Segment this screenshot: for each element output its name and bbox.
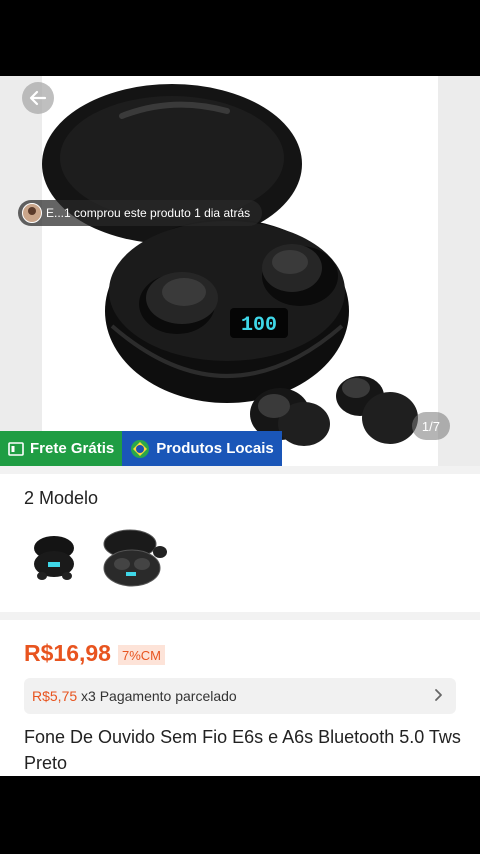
local-products-label: Produtos Locais: [156, 440, 274, 457]
section-divider: [0, 466, 480, 474]
installment-amount: R$5,75: [32, 688, 78, 704]
local-products-badge: Produtos Locais: [122, 431, 282, 466]
model-option-1[interactable]: [22, 524, 86, 592]
back-button[interactable]: [22, 82, 54, 114]
brazil-flag-icon: [130, 439, 150, 459]
model-section: 2 Modelo: [0, 474, 480, 612]
product-title: Fone De Ouvido Sem Fio E6s e A6s Bluetoo…: [24, 727, 461, 773]
chevron-right-icon: [432, 688, 444, 705]
discount-tag: 7%CM: [118, 645, 166, 665]
gallery-prev-peek: [0, 76, 42, 466]
free-shipping-label: Frete Grátis: [30, 440, 115, 457]
product-screen: 100 E...1 comprou este produto 1 dia atr…: [0, 76, 480, 776]
price-section: R$16,98 7%CM R$5,75 x3 Pagamento parcela…: [0, 622, 480, 776]
installment-text: x3 Pagamento parcelado: [81, 688, 237, 704]
installment-row[interactable]: R$5,75 x3 Pagamento parcelado: [24, 678, 456, 714]
buyer-avatar: [22, 203, 42, 223]
model-option-2[interactable]: [100, 524, 170, 592]
arrow-left-icon: [29, 90, 47, 106]
gallery-next-peek: [438, 76, 480, 466]
model-2-thumbnail: [100, 524, 170, 592]
section-divider: [0, 612, 480, 620]
model-1-thumbnail: [22, 524, 86, 592]
product-image-gallery[interactable]: 100 E...1 comprou este produto 1 dia atr…: [0, 76, 480, 466]
model-title: 2 Modelo: [24, 488, 99, 508]
ticket-icon: [8, 441, 24, 456]
recent-buyer-toast: E...1 comprou este produto 1 dia atrás: [18, 200, 263, 226]
image-counter: 1/7: [411, 412, 450, 440]
product-image[interactable]: 100: [42, 76, 438, 466]
free-shipping-badge: Frete Grátis: [0, 431, 123, 466]
recent-buyer-text: E...1 comprou este produto 1 dia atrás: [46, 206, 251, 220]
shipping-badges: Frete Grátis Produtos Locais: [0, 431, 282, 466]
earbuds-case-illustration: 100: [42, 84, 418, 446]
svg-text:100: 100: [241, 314, 277, 337]
current-price: R$16,98: [24, 640, 111, 666]
